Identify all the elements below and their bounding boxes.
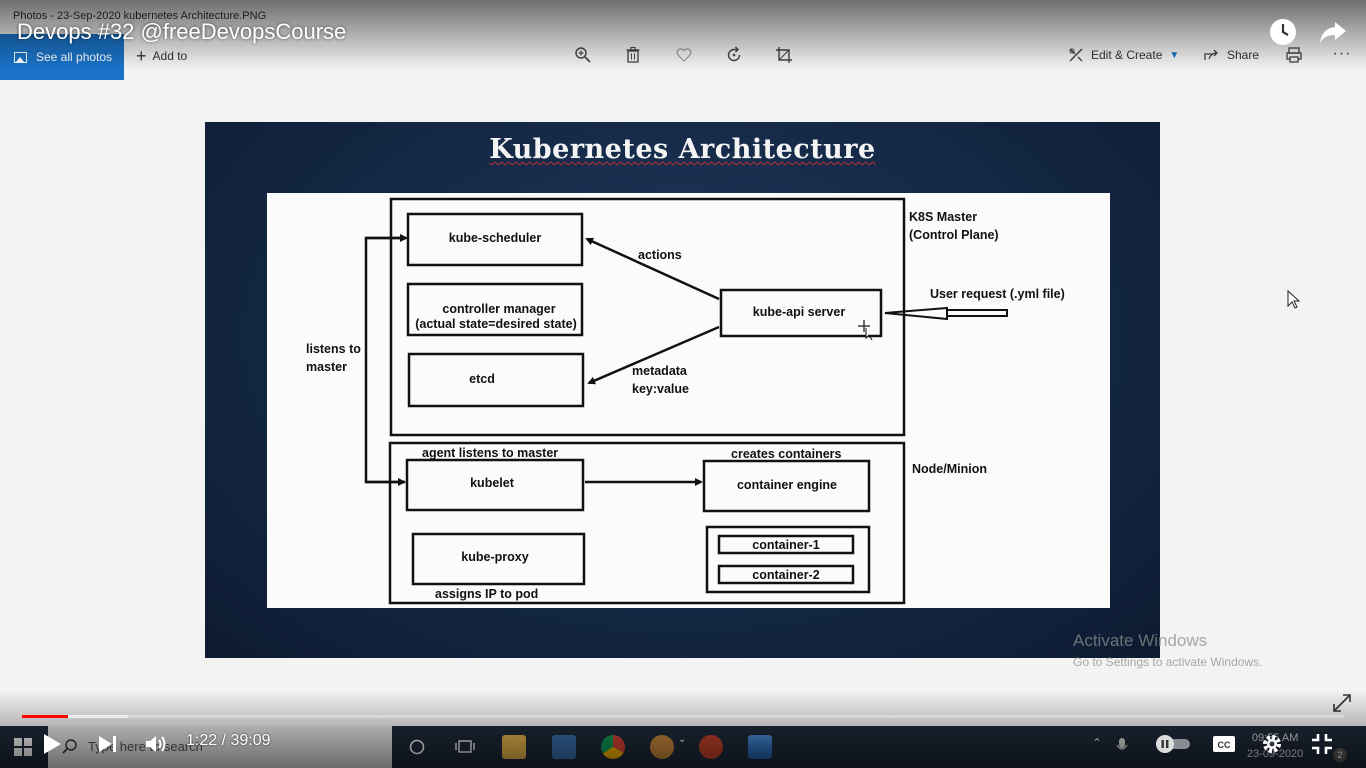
creates-containers-label: creates containers — [731, 447, 842, 461]
windows-start-icon[interactable] — [14, 738, 32, 761]
activate-windows-subtitle: Go to Settings to activate Windows. — [1073, 655, 1263, 669]
notification-count-badge[interactable]: 2 — [1333, 748, 1347, 762]
metadata-label: metadata — [632, 364, 688, 378]
agent-listens-label: agent listens to master — [422, 446, 558, 460]
node-minion-label: Node/Minion — [912, 462, 987, 476]
video-title[interactable]: Devops #32 @freeDevopsCourse — [17, 19, 346, 45]
master-label: master — [306, 360, 347, 374]
slide-title: Kubernetes Architecture — [205, 134, 1160, 165]
app-icon[interactable] — [650, 735, 674, 759]
share-icon — [1204, 49, 1218, 60]
microphone-icon[interactable] — [1116, 737, 1128, 760]
task-view-icon[interactable] — [455, 738, 475, 761]
network-app-icon[interactable] — [552, 735, 576, 759]
photos-app-icon[interactable] — [748, 735, 772, 759]
powerpoint-icon[interactable] — [699, 735, 723, 759]
share-button[interactable]: Share — [1203, 47, 1259, 63]
chrome-icon[interactable] — [601, 735, 625, 759]
video-played-bar — [22, 715, 69, 718]
add-to-label: Add to — [152, 49, 188, 63]
share-label: Share — [1227, 48, 1260, 62]
plus-icon: + — [136, 46, 147, 66]
add-to-button[interactable]: + Add to — [136, 47, 187, 65]
watch-later-icon[interactable] — [1268, 17, 1298, 47]
share-video-icon[interactable] — [1318, 17, 1348, 47]
next-video-icon[interactable] — [98, 735, 118, 758]
k8s-master-label: K8S Master — [909, 210, 977, 224]
photo-icon — [14, 51, 27, 63]
video-time-display: 1:22 / 39:09 — [186, 732, 271, 749]
crop-icon[interactable] — [774, 46, 794, 66]
chevron-down-icon: ▼ — [1169, 49, 1180, 61]
controller-manager-subtext: (actual state=desired state) — [415, 317, 577, 331]
favorite-icon[interactable] — [674, 46, 694, 66]
kube-scheduler-text: kube-scheduler — [449, 231, 542, 245]
exit-fullscreen-icon[interactable] — [1310, 732, 1334, 761]
edit-icon — [1069, 48, 1083, 62]
activate-windows-watermark: Activate Windows Go to Settings to activ… — [1073, 631, 1262, 669]
container-2-text: container-2 — [752, 568, 819, 582]
user-request-label: User request (.yml file) — [930, 287, 1065, 301]
container-engine-text: container engine — [737, 478, 837, 492]
activate-windows-title: Activate Windows — [1073, 631, 1208, 650]
delete-icon[interactable] — [623, 46, 643, 66]
search-icon — [62, 738, 78, 759]
volume-icon[interactable] — [145, 734, 169, 759]
controller-manager-text: controller manager — [442, 302, 555, 316]
play-icon[interactable] — [42, 733, 62, 760]
listens-to-label: listens to — [306, 342, 361, 356]
architecture-diagram: kube-scheduler controller manager (actua… — [267, 193, 1110, 608]
kube-proxy-text: kube-proxy — [461, 550, 528, 564]
file-explorer-icon[interactable] — [502, 735, 526, 759]
edit-create-button[interactable]: Edit & Create ▼ — [1068, 47, 1179, 63]
container-1-text: container-1 — [752, 538, 819, 552]
see-all-photos-label: See all photos — [36, 50, 113, 64]
autoplay-toggle[interactable] — [1154, 734, 1192, 759]
svg-text:CC: CC — [1218, 740, 1231, 750]
slide-image: Kubernetes Architecture kube-scheduler c… — [205, 122, 1160, 658]
etcd-box — [407, 352, 585, 408]
print-icon[interactable] — [1284, 46, 1304, 66]
chevron-down-icon[interactable]: ⌄ — [678, 734, 686, 745]
rotate-icon[interactable] — [724, 46, 744, 66]
screen: Photos - 23-Sep-2020 kubernetes Architec… — [0, 0, 1366, 768]
mouse-cursor-icon — [1287, 289, 1301, 315]
kubelet-text: kubelet — [470, 476, 515, 490]
actions-label: actions — [638, 248, 682, 262]
user-request-arrow — [946, 309, 1008, 317]
control-plane-label: (Control Plane) — [909, 228, 999, 242]
slide-title-text: Kubernetes Architecture — [489, 134, 876, 165]
cortana-icon[interactable] — [408, 738, 426, 761]
settings-gear-icon[interactable] — [1260, 732, 1284, 761]
node-region — [388, 441, 906, 605]
listens-connector — [364, 236, 405, 484]
tray-chevron-up-icon[interactable]: ⌃ — [1092, 736, 1102, 750]
kube-api-server-text: kube-api server — [753, 305, 846, 319]
video-progress-bar[interactable] — [22, 715, 1344, 718]
captions-icon[interactable]: CC — [1212, 734, 1236, 759]
zoom-in-icon[interactable] — [573, 46, 593, 66]
edit-create-label: Edit & Create — [1091, 48, 1163, 62]
etcd-text: etcd — [469, 372, 495, 386]
key-value-label: key:value — [632, 382, 689, 396]
assigns-ip-label: assigns IP to pod — [435, 587, 538, 601]
